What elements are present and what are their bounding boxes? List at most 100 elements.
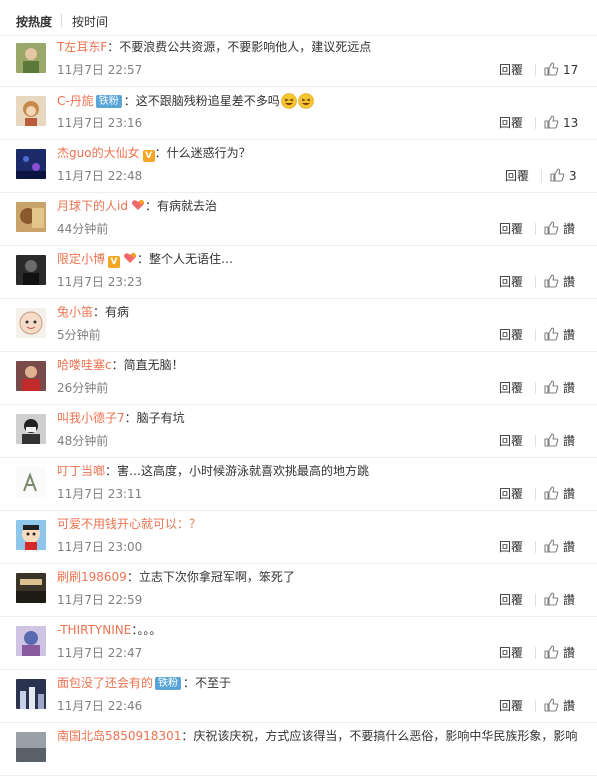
like-label[interactable]: 讚 xyxy=(563,434,575,448)
avatar[interactable] xyxy=(16,149,46,179)
sort-by-time-tab[interactable]: 按时间 xyxy=(72,13,108,30)
username-link[interactable]: T左耳东F xyxy=(57,40,107,54)
thumbs-up-icon[interactable] xyxy=(543,61,559,77)
username-link[interactable]: -THIRTYNINE xyxy=(57,623,131,637)
colon: ： xyxy=(124,411,137,425)
comment-item: C-丹旎 铁粉 ：这不跟脑残粉追星差不多吗 11月7日 23:16 回覆 13 xyxy=(0,87,597,140)
colon: ： xyxy=(144,199,157,213)
avatar[interactable] xyxy=(16,679,46,709)
avatar[interactable] xyxy=(16,467,46,497)
username-link[interactable]: 南国北岛5850918301 xyxy=(57,729,181,743)
thumbs-up-icon[interactable] xyxy=(543,591,559,607)
reply-button[interactable]: 回覆 xyxy=(499,328,523,342)
sort-by-hot-tab[interactable]: 按热度 xyxy=(16,13,52,30)
avatar[interactable] xyxy=(16,573,46,603)
reply-button[interactable]: 回覆 xyxy=(499,63,523,77)
verified-v-icon: V xyxy=(108,256,121,268)
laughing-emoji-icon xyxy=(280,93,297,109)
thumbs-up-icon[interactable] xyxy=(543,485,559,501)
reply-button[interactable]: 回覆 xyxy=(505,169,529,183)
thumbs-up-icon[interactable] xyxy=(543,326,559,342)
reply-button[interactable]: 回覆 xyxy=(499,699,523,713)
comment-time: 11月7日 23:23 xyxy=(57,275,143,289)
comment-item: 哈喽哇塞c：简直无脑！ 26分钟前 回覆 讚 xyxy=(0,352,597,405)
reply-button[interactable]: 回覆 xyxy=(499,116,523,130)
comment-text: 立志下次你拿冠军啊，笨死了 xyxy=(138,570,295,584)
comment-text: 不要浪费公共资源，不要影响他人，建议死远点 xyxy=(119,40,372,54)
username-link[interactable]: 月球下的人id xyxy=(57,199,128,213)
action-separator xyxy=(535,223,536,235)
thumbs-up-icon[interactable] xyxy=(543,273,559,289)
thumbs-up-icon[interactable] xyxy=(543,644,559,660)
reply-button[interactable]: 回覆 xyxy=(499,434,523,448)
avatar[interactable] xyxy=(16,308,46,338)
comment-item: 兔小笛：有病 5分钟前 回覆 讚 xyxy=(0,299,597,352)
comment-line: C-丹旎 铁粉 ：这不跟脑残粉追星差不多吗 xyxy=(57,93,314,109)
reply-button[interactable]: 回覆 xyxy=(499,593,523,607)
username-link[interactable]: 叫我小德子7 xyxy=(57,411,125,425)
comment-item: 叮丁当啷：害…这高度，小时候游泳就喜欢挑最高的地方跳 11月7日 23:11 回覆 讚 xyxy=(0,458,597,511)
username-link[interactable]: 杰guo的大仙女 xyxy=(57,146,140,160)
username-link[interactable]: 可爱不用钱开心就可以：？ xyxy=(57,517,201,531)
thumbs-up-icon[interactable] xyxy=(543,220,559,236)
comment-text: 什么迷惑行为？ xyxy=(166,146,251,160)
avatar[interactable] xyxy=(16,414,46,444)
avatar[interactable] xyxy=(16,626,46,656)
username-link[interactable]: 面包没了还会有的 xyxy=(57,676,153,690)
like-label[interactable]: 讚 xyxy=(563,381,575,395)
like-label[interactable]: 讚 xyxy=(563,275,575,289)
comment-text: 庆祝该庆祝，方式应该得当，不要搞什么恶俗，影响中华民族形象，影响 xyxy=(193,729,578,743)
thumbs-up-icon[interactable] xyxy=(543,114,559,130)
username-link[interactable]: 叮丁当啷 xyxy=(57,464,105,478)
comment-item: 限定小博 V ：整个人无语住… 11月7日 23:23 回覆 讚 xyxy=(0,246,597,299)
thumbs-up-icon[interactable] xyxy=(549,167,565,183)
thumbs-up-icon[interactable] xyxy=(543,697,559,713)
username-link[interactable]: 哈喽哇塞c xyxy=(57,358,112,372)
action-separator xyxy=(535,329,536,341)
comment-line: T左耳东F：不要浪费公共资源，不要影响他人，建议死远点 xyxy=(57,40,371,54)
avatar[interactable] xyxy=(16,96,46,126)
like-label[interactable]: 讚 xyxy=(563,646,575,660)
colon: ： xyxy=(107,40,120,54)
action-separator xyxy=(535,382,536,394)
thumbs-up-icon[interactable] xyxy=(543,538,559,554)
thumbs-up-icon[interactable] xyxy=(543,432,559,448)
comment-time: 11月7日 22:46 xyxy=(57,699,143,713)
reply-button[interactable]: 回覆 xyxy=(499,275,523,289)
thumbs-up-icon[interactable] xyxy=(543,379,559,395)
avatar[interactable] xyxy=(16,202,46,232)
action-separator xyxy=(535,700,536,712)
reply-button[interactable]: 回覆 xyxy=(499,540,523,554)
username-link[interactable]: C-丹旎 xyxy=(57,94,94,108)
comment-line: -THIRTYNINE：。。。 xyxy=(57,623,161,637)
comment-sort-bar: 按热度 按时间 xyxy=(0,0,597,36)
like-label[interactable]: 讚 xyxy=(563,487,575,501)
reply-button[interactable]: 回覆 xyxy=(499,646,523,660)
colon: ： xyxy=(154,146,167,160)
like-label[interactable]: 讚 xyxy=(563,328,575,342)
reply-button[interactable]: 回覆 xyxy=(499,487,523,501)
verified-v-icon: V xyxy=(142,150,155,162)
avatar[interactable] xyxy=(16,255,46,285)
like-label[interactable]: 讚 xyxy=(563,593,575,607)
avatar[interactable] xyxy=(16,361,46,391)
comment-time: 11月7日 22:57 xyxy=(57,63,143,77)
like-label[interactable]: 讚 xyxy=(563,222,575,236)
like-label[interactable]: 讚 xyxy=(563,540,575,554)
comment-time: 11月7日 22:59 xyxy=(57,593,143,607)
username-link[interactable]: 限定小博 xyxy=(57,252,105,266)
avatar[interactable] xyxy=(16,732,46,762)
avatar[interactable] xyxy=(16,520,46,550)
username-link[interactable]: 刷刷198609 xyxy=(57,570,127,584)
reply-button[interactable]: 回覆 xyxy=(499,222,523,236)
comment-time: 11月7日 22:47 xyxy=(57,646,143,660)
username-link[interactable]: 兔小笛 xyxy=(57,305,93,319)
comment-text: 整个人无语住… xyxy=(149,252,234,266)
avatar[interactable] xyxy=(16,43,46,73)
colon: ： xyxy=(105,464,118,478)
comment-text: 有病 xyxy=(105,305,130,319)
comment-item: T左耳东F：不要浪费公共资源，不要影响他人，建议死远点 11月7日 22:57 回覆… xyxy=(0,34,597,87)
like-label[interactable]: 讚 xyxy=(563,699,575,713)
fans-badge: 铁粉 xyxy=(95,95,122,108)
reply-button[interactable]: 回覆 xyxy=(499,381,523,395)
